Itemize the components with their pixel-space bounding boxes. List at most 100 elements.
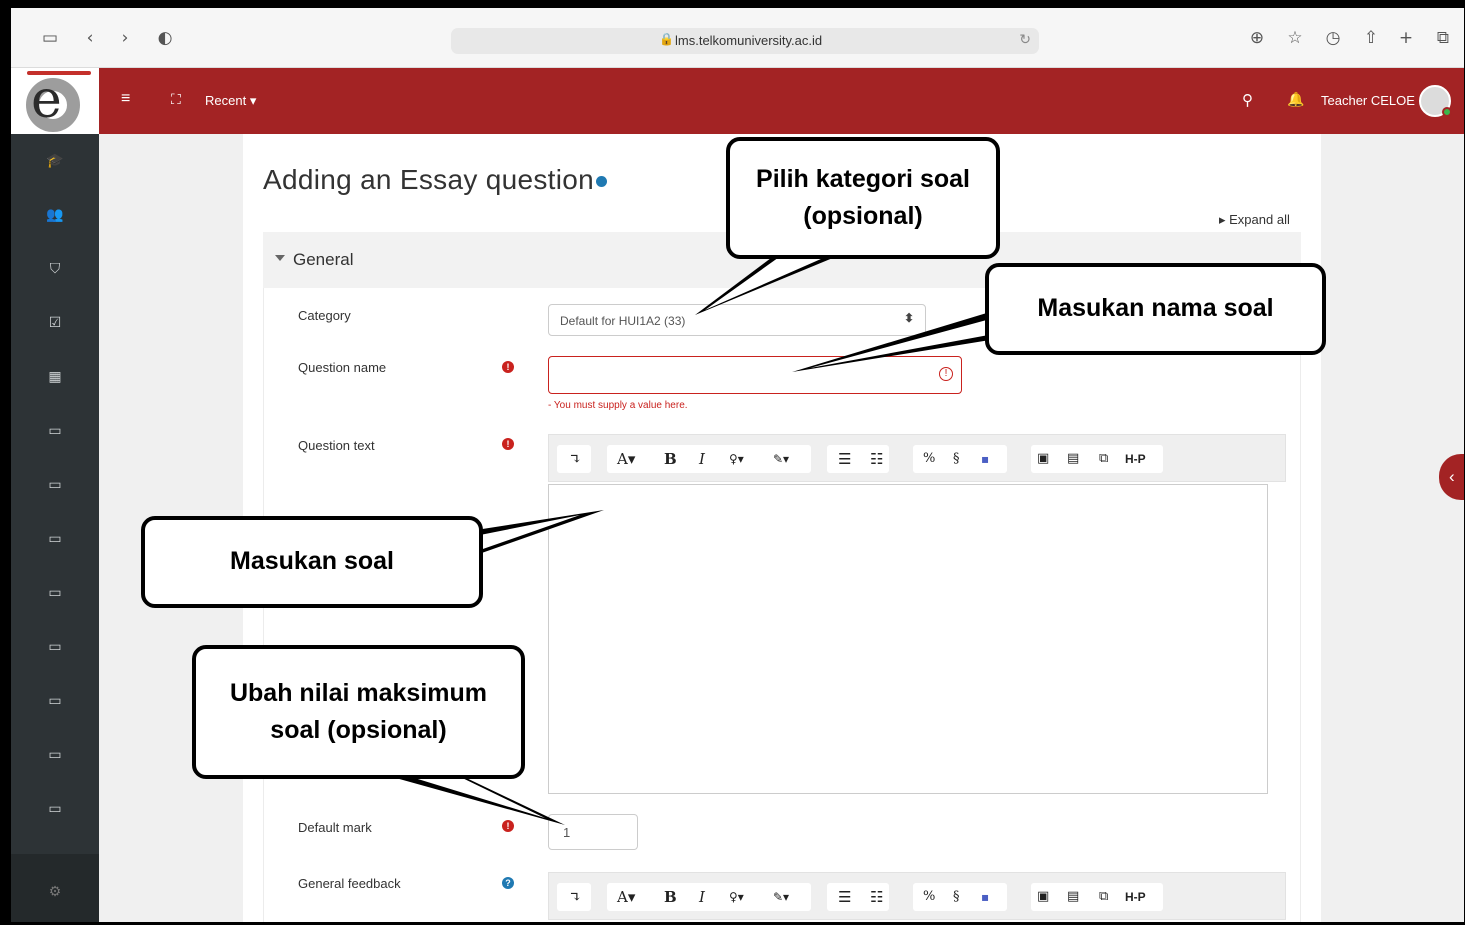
callout-default-mark: Ubah nilai maksimum soal (opsional) <box>192 645 525 779</box>
error-icon: ! <box>939 367 953 381</box>
category-label: Category <box>298 308 351 323</box>
top-navbar: e ≡ ⛶ Recent ▾ ⚲ 🔔 Teacher CELOE <box>11 68 1464 134</box>
unlink-icon[interactable]: § <box>953 885 960 909</box>
h5p-button[interactable]: H-P <box>1125 447 1146 471</box>
teams-icon[interactable]: ▪ <box>981 447 989 471</box>
required-icon: ! <box>502 361 514 373</box>
toolbar-toggle-icon[interactable]: ↴ <box>569 885 582 909</box>
recent-menu[interactable]: Recent ▾ <box>205 93 256 109</box>
star-icon[interactable]: ☆ <box>1284 27 1306 49</box>
select-arrows-icon: ⬍ <box>903 311 914 325</box>
default-mark-input[interactable]: 1 <box>548 814 638 850</box>
lightbulb-icon[interactable]: ♀▾ <box>729 885 744 909</box>
callout-question-name: Masukan nama soal <box>985 263 1326 355</box>
help-icon[interactable]: ? <box>502 877 514 889</box>
toolbar-toggle-icon[interactable]: ↴ <box>569 447 582 471</box>
font-style-icon[interactable]: A▾ <box>617 885 635 909</box>
required-icon: ! <box>502 438 514 450</box>
cogs-icon[interactable]: ⚙ <box>11 854 99 922</box>
category-select[interactable]: Default for HUI1A2 (33) ⬍ <box>548 304 926 336</box>
browser-toolbar: ▭ ‹ › ◐ 🔒 lms.telkomuniversity.ac.id ↻ ⊕… <box>11 8 1464 68</box>
page-background-right <box>1321 134 1464 922</box>
folder-icon[interactable]: ▭ <box>11 782 99 836</box>
expand-all-link[interactable]: ▸ Expand all <box>1219 212 1290 228</box>
share-icon[interactable]: ⇧ <box>1360 27 1382 49</box>
folder-icon[interactable]: ▭ <box>11 404 99 458</box>
unordered-list-icon[interactable]: ☰ <box>838 885 851 909</box>
italic-button[interactable]: I <box>699 447 705 471</box>
folder-icon[interactable]: ▭ <box>11 620 99 674</box>
section-title: General <box>293 250 354 269</box>
italic-button[interactable]: I <box>699 885 705 909</box>
graduation-cap-icon[interactable]: 🎓 <box>11 134 99 188</box>
forward-icon[interactable]: › <box>114 27 136 49</box>
shield-icon[interactable]: ⛉ <box>11 242 99 296</box>
bell-icon[interactable]: 🔔 <box>1287 91 1304 108</box>
question-name-label: Question name <box>298 360 387 375</box>
default-mark-value: 1 <box>563 825 571 840</box>
ordered-list-icon[interactable]: ☷ <box>870 885 883 909</box>
folder-icon[interactable]: ▭ <box>11 458 99 512</box>
unlink-icon[interactable]: § <box>953 447 960 471</box>
teams-icon[interactable]: ▪ <box>981 885 989 909</box>
help-icon[interactable] <box>595 176 607 188</box>
users-icon[interactable]: 👥 <box>11 188 99 242</box>
recent-label: Recent <box>205 93 247 108</box>
download-icon[interactable]: ⊕ <box>1246 27 1268 49</box>
link-icon[interactable]: % <box>923 447 935 471</box>
image-icon[interactable]: ▣ <box>1037 447 1049 471</box>
expand-all-label: Expand all <box>1229 212 1290 227</box>
search-icon[interactable]: ⚲ <box>1242 91 1253 109</box>
brush-icon[interactable]: ✎▾ <box>773 447 789 471</box>
font-style-icon[interactable]: A▾ <box>617 447 635 471</box>
brush-icon[interactable]: ✎▾ <box>773 885 789 909</box>
history-icon[interactable]: ◷ <box>1322 27 1344 49</box>
new-tab-icon[interactable]: + <box>1395 27 1417 49</box>
callout-category: Pilih kategori soal (opsional) <box>726 137 1000 259</box>
copy-icon[interactable]: ⧉ <box>1099 447 1108 471</box>
folder-icon[interactable]: ▭ <box>11 728 99 782</box>
ordered-list-icon[interactable]: ☷ <box>870 447 883 471</box>
required-icon: ! <box>502 820 514 832</box>
tabs-icon[interactable]: ⧉ <box>1432 27 1454 49</box>
general-feedback-label: General feedback <box>298 876 401 891</box>
h5p-button[interactable]: H-P <box>1125 885 1146 909</box>
copy-icon[interactable]: ⧉ <box>1099 885 1108 909</box>
folder-icon[interactable]: ▭ <box>11 674 99 728</box>
url-text: lms.telkomuniversity.ac.id <box>675 33 823 48</box>
default-mark-label: Default mark <box>298 820 372 835</box>
media-icon[interactable]: ▤ <box>1067 885 1079 909</box>
sidebar-icon[interactable]: ▭ <box>39 27 61 49</box>
user-name[interactable]: Teacher CELOE <box>1321 93 1415 108</box>
editor-toolbar: ↴ A▾ B I ♀▾ ✎▾ ☰ ☷ % § ▪ ▣ ▤ ⧉ H-P <box>548 434 1286 482</box>
folder-icon[interactable]: ▭ <box>11 566 99 620</box>
folder-icon[interactable]: ▭ <box>11 512 99 566</box>
nav-drawer: 🎓 👥 ⛉ ☑ ▦ ▭ ▭ ▭ ▭ ▭ ▭ ▭ ▭ ⚙ <box>11 134 99 922</box>
reload-icon[interactable]: ↻ <box>1019 31 1031 48</box>
fullscreen-icon[interactable]: ⛶ <box>171 91 181 108</box>
media-icon[interactable]: ▤ <box>1067 447 1079 471</box>
link-icon[interactable]: % <box>923 885 935 909</box>
address-bar[interactable]: 🔒 lms.telkomuniversity.ac.id ↻ <box>451 28 1039 54</box>
callout-question-text: Masukan soal <box>141 516 483 608</box>
avatar[interactable] <box>1419 85 1452 117</box>
lock-icon: 🔒 <box>659 32 674 46</box>
grid-icon[interactable]: ▦ <box>11 350 99 404</box>
checkbox-icon[interactable]: ☑ <box>11 296 99 350</box>
unordered-list-icon[interactable]: ☰ <box>838 447 851 471</box>
lightbulb-icon[interactable]: ♀▾ <box>729 447 744 471</box>
caret-down-icon <box>275 255 285 261</box>
bold-button[interactable]: B <box>664 447 677 471</box>
bold-button[interactable]: B <box>664 885 677 909</box>
question-text-editor[interactable] <box>548 484 1268 794</box>
hamburger-icon[interactable]: ≡ <box>121 90 130 108</box>
back-icon[interactable]: ‹ <box>79 27 101 49</box>
feedback-editor-toolbar: ↴ A▾ B I ♀▾ ✎▾ ☰ ☷ % § ▪ ▣ ▤ ⧉ H-P <box>548 872 1286 920</box>
question-name-error: - You must supply a value here. <box>548 400 688 411</box>
category-value: Default for HUI1A2 (33) <box>560 314 686 328</box>
image-icon[interactable]: ▣ <box>1037 885 1049 909</box>
site-logo[interactable]: e <box>11 68 99 134</box>
shield-icon[interactable]: ◐ <box>154 27 176 49</box>
question-name-input[interactable]: ! <box>548 356 962 394</box>
page-title: Adding an Essay question <box>263 164 607 196</box>
